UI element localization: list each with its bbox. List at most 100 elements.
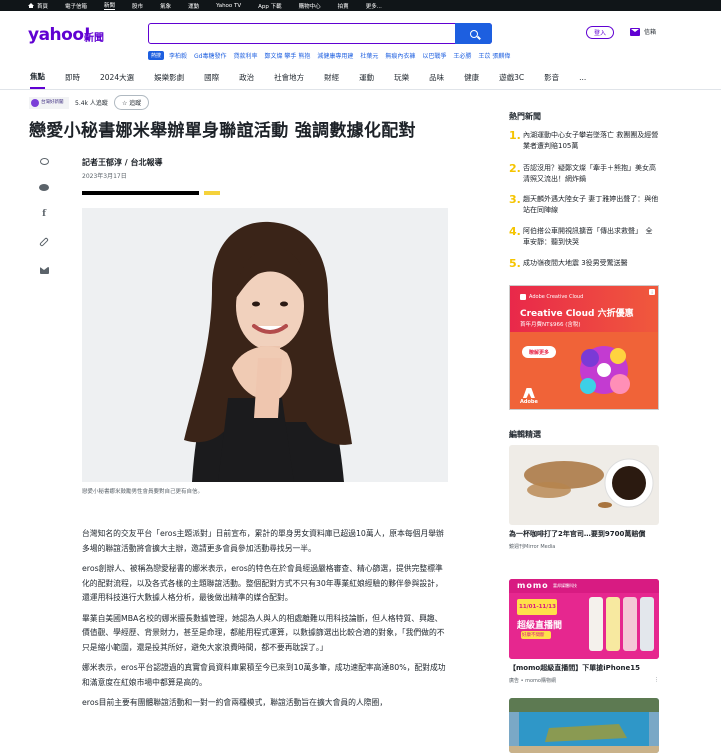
momo-logo: momo	[517, 581, 549, 590]
article-paragraph: 台灣知名的交友平台「eros主題派對」日前宣布，累計的單身男女資料庫已超過10萬…	[82, 529, 444, 553]
topbar-item-shopping[interactable]: 購物中心	[299, 2, 321, 10]
topbar-item-news[interactable]: 新聞	[104, 1, 116, 10]
editor-pick-card[interactable]: momo 富邦媒體科技 11/01-11/13 超級直播間 好康不間斷 【mom…	[509, 579, 659, 684]
momo-tag: 好康不間斷	[522, 633, 545, 638]
nav-tab-focus[interactable]: 焦點	[30, 66, 45, 89]
nav-tab-society[interactable]: 社會地方	[274, 67, 304, 88]
divider	[82, 191, 199, 195]
nav-tab-leisure[interactable]: 玩樂	[394, 67, 409, 88]
ad-learn-more-button[interactable]: 瞭解更多	[522, 346, 556, 358]
ad-subline: 首年月費NT$966 (含稅)	[520, 322, 581, 328]
hot-news-item[interactable]: 4. 阿伯搭公車開視訊擴音「傳出求救聲」 全車安靜：聽到快哭	[509, 226, 659, 248]
trending-link[interactable]: 鄭文燦 攀手 熊抱	[265, 51, 311, 60]
article-paragraph: 娜米表示，eros平台認證過的真實會員資料庫累積至今已來到10萬多筆，成功速配率…	[82, 663, 446, 687]
nav-tab-more[interactable]: ...	[579, 68, 586, 87]
trending-link[interactable]: 王苡 張麒偉	[478, 51, 510, 60]
nav-tab-video[interactable]: 影音	[544, 67, 559, 88]
trending-link[interactable]: 李柏毅	[169, 51, 187, 60]
trending-link[interactable]: 杜葉元	[360, 51, 378, 60]
topbar-item-sports[interactable]: 運動	[188, 2, 199, 10]
trending-link[interactable]: Gd毒糖發作	[194, 51, 226, 60]
chat-button[interactable]	[38, 181, 50, 193]
hot-news-text: 成功嶺夜間大地震 3役男受驚送醫	[523, 259, 628, 267]
mail-link[interactable]: 信箱	[630, 27, 656, 36]
momo-ad-image: momo 富邦媒體科技 11/01-11/13 超級直播間 好康不間斷	[509, 579, 659, 659]
search-input[interactable]	[148, 23, 492, 44]
portrait-illustration	[82, 208, 448, 482]
ad-brand: Adobe Creative Cloud	[520, 294, 583, 300]
hot-news-rank: 4.	[509, 225, 521, 238]
provider-logo-mark	[31, 98, 39, 107]
divider-accent	[204, 191, 220, 195]
nav-tab-finance[interactable]: 財經	[324, 67, 339, 88]
momo-date: 11/01-11/13	[519, 604, 556, 610]
search-button[interactable]	[455, 23, 492, 44]
nav-tab-politics[interactable]: 政治	[239, 67, 254, 88]
hot-news-rank: 2.	[509, 162, 521, 175]
nav-tab-games-3c[interactable]: 遊戲3C	[499, 67, 524, 88]
facebook-icon: f	[42, 209, 46, 219]
more-options-icon[interactable]: ⋮	[654, 677, 659, 684]
topbar-item-auction[interactable]: 拍賣	[338, 2, 349, 10]
topbar-item-yahoo-tv[interactable]: Yahoo TV	[216, 3, 241, 9]
hot-news-text: 趙天麟外遇大陸女子 妻丁雅婷出聲了：與他站在同陣線	[523, 195, 659, 214]
login-button[interactable]: 登入	[586, 26, 614, 39]
pool-illustration	[509, 698, 659, 753]
editor-pick-card[interactable]: 為一杯咖啡打了2年官司…要到9700萬賠償 鏡週刊Mirror Media	[509, 445, 659, 550]
trending-link[interactable]: 以巴戰爭	[422, 51, 446, 60]
nav-tab-sports[interactable]: 運動	[359, 67, 374, 88]
article-title: 戀愛小秘書娜米舉辦單身聯誼活動 強調數據化配對	[29, 121, 416, 141]
trending-link[interactable]: 無痕內衣褲	[385, 51, 415, 60]
topbar-item-mail[interactable]: 電子信箱	[65, 2, 87, 10]
adobe-ad[interactable]: Adobe Creative Cloud Creative Cloud 六折優惠…	[509, 285, 659, 410]
adobe-logo: Adobe	[520, 388, 538, 405]
topbar-item-more[interactable]: 更多...	[366, 2, 382, 10]
provider-logo[interactable]: 台灣好新聞	[29, 96, 69, 109]
trending-link[interactable]: 王必勝	[453, 51, 471, 60]
hot-news-item[interactable]: 1. 內湖運動中心女子攀岩墜落亡 救團團及經營業者遭判賠105萬	[509, 130, 659, 152]
ad-headline: Creative Cloud 六折優惠	[520, 309, 634, 319]
hot-news-rank: 5.	[509, 257, 521, 270]
copy-link-button[interactable]	[38, 236, 50, 248]
hot-news-text: 阿伯搭公車開視訊擴音「傳出求救聲」 全車安靜：聽到快哭	[523, 227, 653, 246]
topbar-item-stocks[interactable]: 股市	[132, 2, 143, 10]
nav-tab-election[interactable]: 2024大選	[100, 67, 134, 88]
email-share-button[interactable]	[38, 264, 50, 276]
news-logo-label[interactable]: 新聞	[84, 29, 104, 44]
editor-pick-title: 為一杯咖啡打了2年官司…要到9700萬賠償	[509, 530, 646, 538]
hot-news-rank: 3.	[509, 193, 521, 206]
nav-tab-international[interactable]: 國際	[204, 67, 219, 88]
facebook-share-button[interactable]: f	[38, 208, 50, 220]
topbar-item-home[interactable]: 首頁	[28, 2, 48, 10]
nav-tab-entertainment[interactable]: 娛樂影劇	[154, 67, 184, 88]
article-body: 台灣知名的交友平台「eros主題派對」日前宣布，累計的單身男女資料庫已超過10萬…	[82, 527, 448, 717]
hot-news-item[interactable]: 3. 趙天麟外遇大陸女子 妻丁雅婷出聲了：與他站在同陣線	[509, 194, 659, 216]
editor-pick-card[interactable]	[509, 698, 659, 753]
hot-news-item[interactable]: 5. 成功嶺夜間大地震 3役男受驚送醫	[509, 258, 659, 270]
comment-button[interactable]	[38, 155, 50, 167]
pool-image	[509, 698, 659, 753]
article-paragraph: eros目前主要有團體聯誼活動和一對一約會兩種模式，聯誼活動旨在擴大會員的人際圈…	[82, 698, 388, 707]
trending-link[interactable]: 貸款利率	[234, 51, 258, 60]
article-paragraph: eros創辦人、被稱為戀愛秘書的娜米表示，eros的特色在於會員經過嚴格審查、精…	[82, 564, 443, 602]
ad-info-icon[interactable]: i	[649, 289, 655, 295]
hot-news-rank: 1.	[509, 129, 521, 142]
coffee-image	[509, 445, 659, 525]
nav-tab-taste[interactable]: 品味	[429, 67, 444, 88]
follower-count: 5.4k 人追蹤	[75, 100, 108, 107]
nav-tab-health[interactable]: 健康	[464, 67, 479, 88]
topbar-item-weather[interactable]: 氣象	[160, 2, 171, 10]
yahoo-logo[interactable]: yahoo!	[28, 25, 91, 45]
topbar-item-app-download[interactable]: App 下載	[258, 2, 282, 10]
follow-button[interactable]: ☆ 追蹤	[113, 95, 150, 110]
hot-news-item[interactable]: 2. 否認沒用？疑鄭文燦「牽手＋熊抱」美女高清照又流出！網炸鍋	[509, 163, 659, 185]
article-photo[interactable]	[82, 208, 448, 482]
search-icon	[469, 29, 478, 38]
ad-artwork	[580, 346, 630, 394]
nav-tab-latest[interactable]: 即時	[65, 67, 80, 88]
trending-link[interactable]: 減健康專用建	[317, 51, 353, 60]
trending-searches: 熱搜 李柏毅 Gd毒糖發作 貸款利率 鄭文燦 攀手 熊抱 減健康專用建 杜葉元 …	[148, 51, 517, 60]
article-author: 記者王郁淳 / 台北報導	[82, 158, 163, 167]
home-icon	[28, 3, 34, 8]
editor-pick-title: 【momo超級直播間】下單搶iPhone15	[509, 664, 641, 672]
